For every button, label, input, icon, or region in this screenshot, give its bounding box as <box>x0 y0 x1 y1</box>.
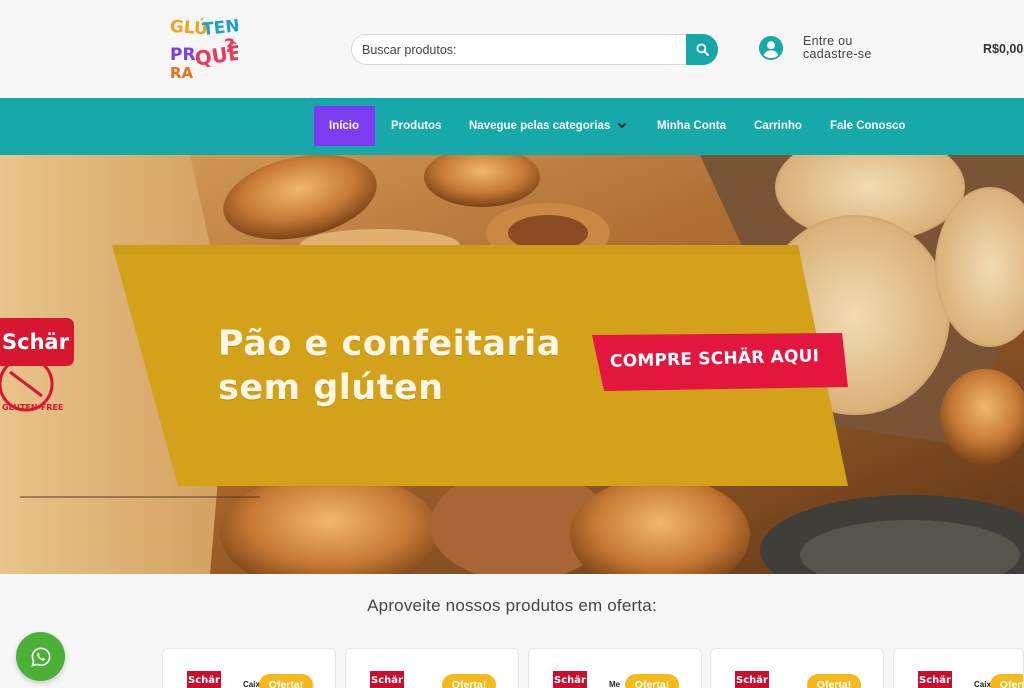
product-brand-logo: Schär <box>553 671 587 688</box>
nav-item-label: Navegue pelas categorias <box>469 120 611 132</box>
product-name: Me <box>609 680 621 688</box>
hero-cta-button[interactable]: COMPRE SCHÄR AQUI <box>596 336 848 386</box>
svg-text:Schär: Schär <box>2 330 70 354</box>
offer-card[interactable]: Schär Oferta! <box>345 648 519 688</box>
hero-headline-line1: Pão e confeitaria <box>218 324 561 364</box>
hero-headline: Pão e confeitaria sem glúten <box>218 322 561 410</box>
svg-text:?: ? <box>224 35 235 57</box>
chevron-down-icon <box>617 122 627 130</box>
nav-item-minha-conta[interactable]: Minha Conta <box>657 106 726 146</box>
main-nav: Início Produtos Navegue pelas categorias… <box>0 98 1024 155</box>
hero-cta-label: COMPRE SCHÄR AQUI <box>609 346 820 372</box>
schar-badge-tag: GLUTEN-FREE <box>2 403 63 412</box>
offer-card[interactable]: Schär Oferta! <box>710 648 884 688</box>
account-link[interactable]: Entre ou cadastre-se <box>759 35 872 61</box>
offer-badge: Oferta! <box>807 674 861 688</box>
nav-item-inicio[interactable]: Início <box>314 106 375 146</box>
nav-item-fale-conosco[interactable]: Fale Conosco <box>830 106 905 146</box>
hero-headline-line2: sem glúten <box>218 368 444 408</box>
header: GLÚ TEN PR RA QUÊ ? Entre ou cadastre-se… <box>0 0 1024 98</box>
cart-total[interactable]: R$0,00 <box>983 42 1023 56</box>
product-name: Caix <box>974 680 991 688</box>
nav-item-label: Fale Conosco <box>830 120 906 132</box>
site-logo[interactable]: GLÚ TEN PR RA QUÊ ? <box>168 14 238 84</box>
search-icon <box>695 43 709 56</box>
product-brand-logo: Schär <box>370 671 404 688</box>
nav-item-produtos[interactable]: Produtos <box>391 106 441 146</box>
schar-brand-badge: Schär GLUTEN-FREE <box>0 318 74 412</box>
nav-item-categorias[interactable]: Navegue pelas categorias <box>469 106 627 146</box>
nav-item-label: Carrinho <box>754 120 802 132</box>
offer-card[interactable]: Schär Me Oferta! <box>528 648 702 688</box>
product-brand-logo: Schär <box>918 671 952 688</box>
offer-badge: Oferta! <box>259 674 313 688</box>
product-name: Caix <box>243 680 260 688</box>
search-bar <box>351 34 718 65</box>
offer-card[interactable]: Schär Caix Oferta! <box>893 648 1024 688</box>
search-input[interactable] <box>351 34 718 65</box>
whatsapp-icon <box>30 646 50 667</box>
offer-badge: Oferta! <box>990 674 1023 688</box>
nav-item-label: Produtos <box>391 120 442 132</box>
whatsapp-button[interactable] <box>16 632 65 681</box>
offer-badge: Oferta! <box>442 674 496 688</box>
offer-badge: Oferta! <box>625 674 679 688</box>
product-brand-logo: Schär <box>735 671 769 688</box>
nav-item-label: Início <box>329 120 360 132</box>
offer-card[interactable]: Schär Caix Oferta! <box>162 648 336 688</box>
nav-item-carrinho[interactable]: Carrinho <box>754 106 802 146</box>
svg-text:PR: PR <box>170 45 196 65</box>
hero-banner[interactable]: Pão e confeitaria sem glúten COMPRE SCHÄ… <box>0 155 1024 574</box>
search-button[interactable] <box>686 34 718 65</box>
account-label-line2: cadastre-se <box>803 47 872 61</box>
user-icon <box>759 36 783 60</box>
nav-item-label: Minha Conta <box>657 120 726 132</box>
svg-text:RA: RA <box>170 64 194 82</box>
account-label: Entre ou cadastre-se <box>803 35 872 61</box>
offers-title: Aproveite nossos produtos em oferta: <box>367 596 657 615</box>
product-brand-logo: Schär <box>187 671 221 688</box>
